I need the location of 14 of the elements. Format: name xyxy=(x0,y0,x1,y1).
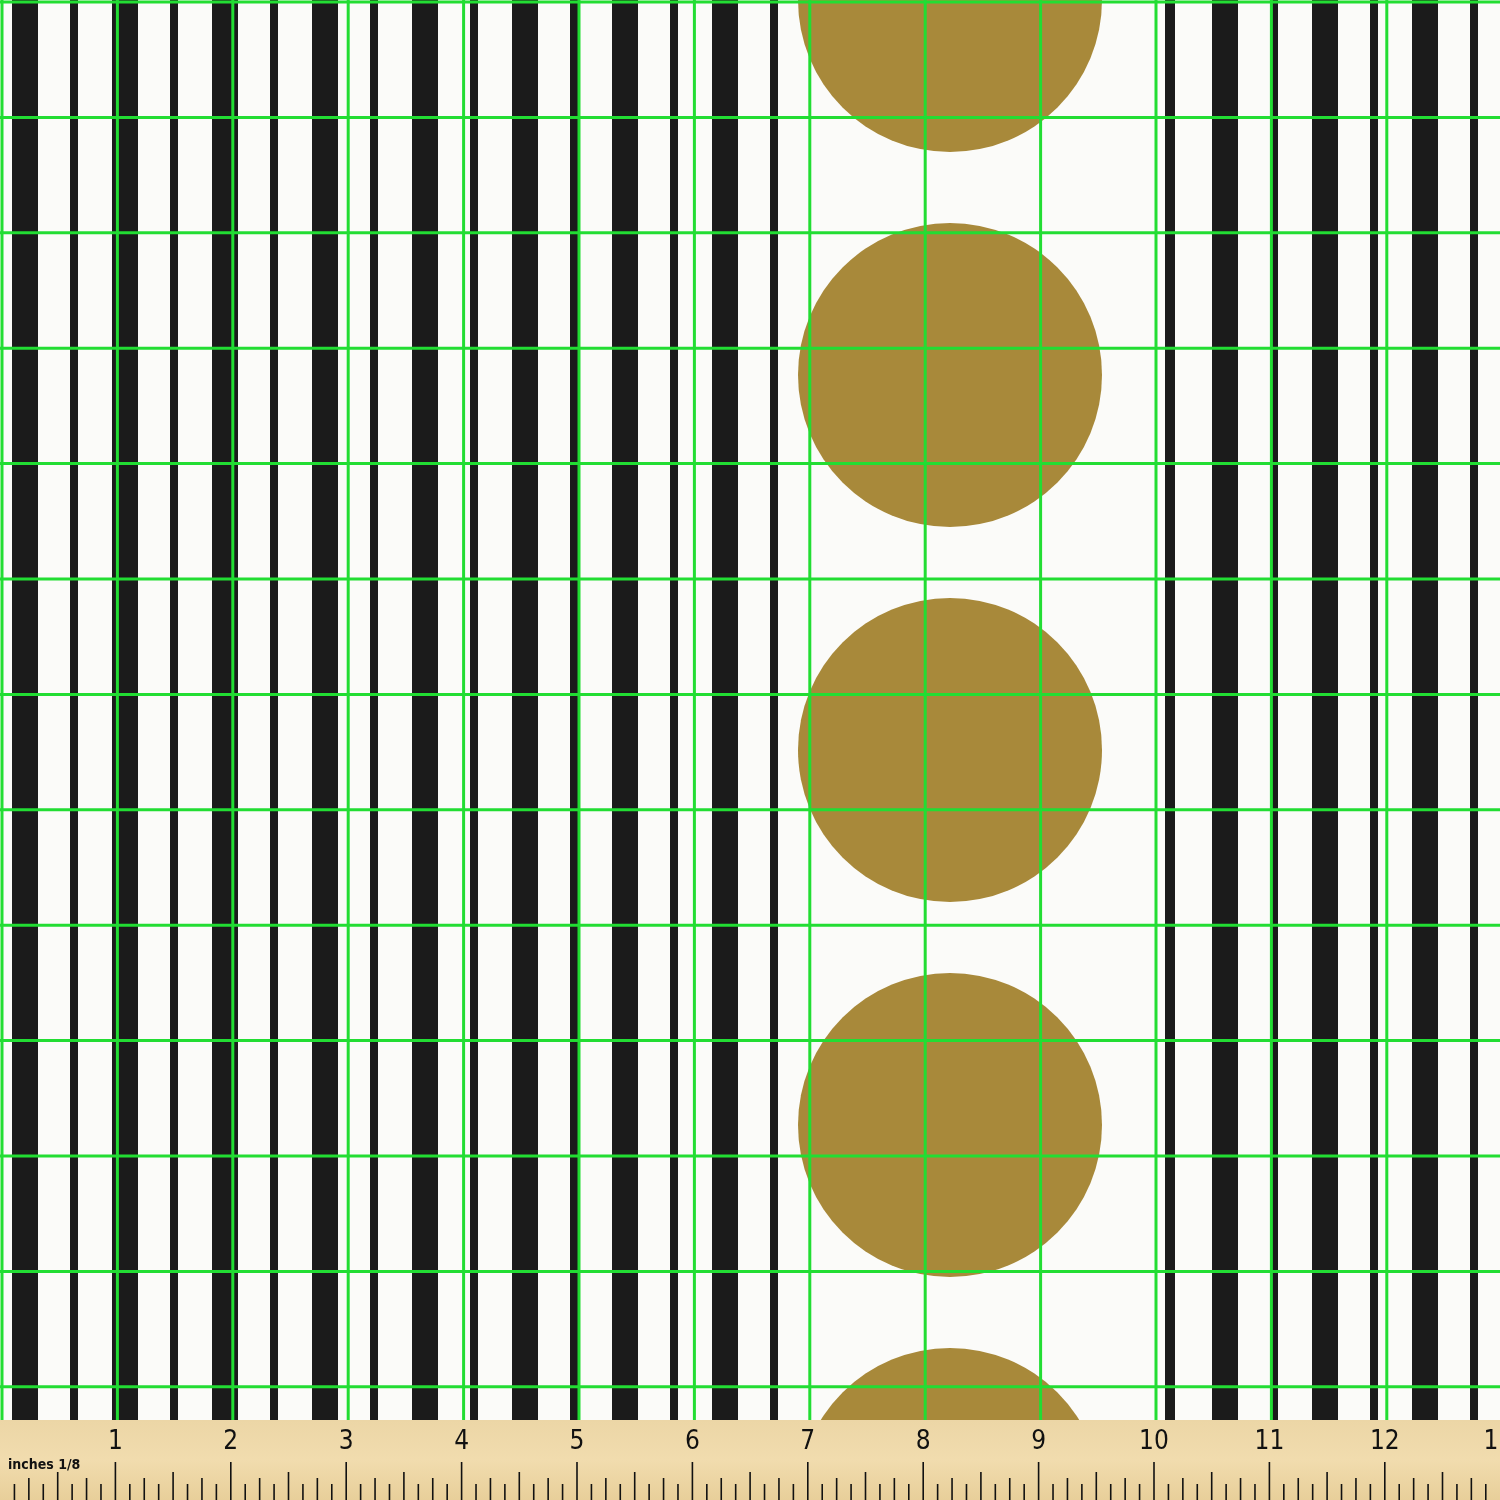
inch-number: 12 xyxy=(1369,1424,1400,1456)
inch-number: 2 xyxy=(223,1424,239,1456)
inch-number: 1 xyxy=(107,1424,123,1456)
inch-number: 8 xyxy=(915,1424,931,1456)
inch-number: 9 xyxy=(1031,1424,1047,1456)
unit-label: inches 1/8 xyxy=(8,1456,81,1472)
inch-number: 1 xyxy=(1483,1424,1499,1456)
inch-number: 5 xyxy=(569,1424,585,1456)
inch-number: 11 xyxy=(1254,1424,1285,1456)
inch-number: 7 xyxy=(800,1424,816,1456)
inch-number: 6 xyxy=(684,1424,700,1456)
inch-number: 3 xyxy=(338,1424,354,1456)
inch-number: 10 xyxy=(1139,1424,1169,1456)
inch-number: 4 xyxy=(454,1424,470,1456)
